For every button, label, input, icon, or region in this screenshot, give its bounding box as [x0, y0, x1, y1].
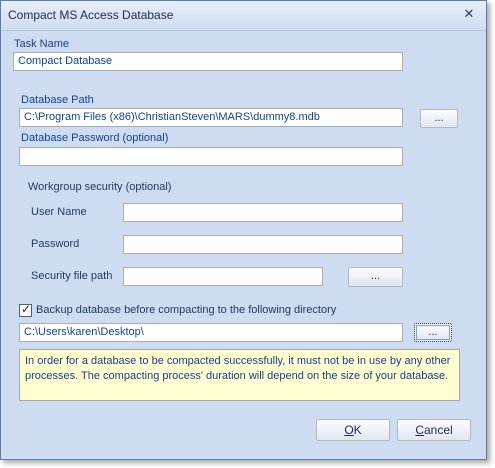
info-note: In order for a database to be compacted … — [19, 349, 460, 401]
security-file-path-input[interactable] — [123, 267, 323, 286]
database-path-browse-button[interactable]: ... — [420, 109, 458, 128]
task-name-input[interactable]: Compact Database — [13, 52, 403, 71]
database-password-label: Database Password (optional) — [21, 132, 169, 144]
user-name-label: User Name — [31, 206, 87, 218]
backup-checkbox-label: Backup database before compacting to the… — [36, 304, 337, 316]
backup-directory-input[interactable]: C:\Users\karen\Desktop\ — [19, 323, 403, 342]
backup-checkbox[interactable]: ✓ — [19, 302, 32, 317]
user-name-input[interactable] — [123, 203, 403, 222]
ok-button[interactable]: OK — [316, 419, 390, 441]
security-file-browse-button[interactable]: ... — [348, 267, 403, 287]
workgroup-security-label: Workgroup security (optional) — [28, 181, 172, 193]
compact-database-dialog: Compact MS Access Database ✕ Task Name C… — [0, 0, 487, 460]
cancel-accel: C — [415, 423, 424, 437]
title-bar: Compact MS Access Database ✕ — [1, 1, 486, 31]
password-input[interactable] — [123, 235, 403, 254]
database-path-input[interactable]: C:\Program Files (x86)\ChristianSteven\M… — [19, 108, 403, 127]
security-file-path-label: Security file path — [31, 270, 113, 282]
close-icon[interactable]: ✕ — [459, 5, 479, 22]
database-path-label: Database Path — [21, 94, 94, 106]
checkmark-icon: ✓ — [21, 302, 32, 316]
ok-label: K — [353, 423, 362, 437]
window-title: Compact MS Access Database — [8, 8, 174, 22]
database-password-input[interactable] — [19, 147, 403, 166]
ok-accel: O — [344, 423, 354, 437]
cancel-button[interactable]: Cancel — [397, 419, 471, 441]
cancel-label: ancel — [423, 423, 453, 437]
password-label: Password — [31, 238, 80, 250]
backup-directory-browse-button[interactable]: ... — [414, 323, 452, 342]
task-name-label: Task Name — [14, 38, 70, 50]
